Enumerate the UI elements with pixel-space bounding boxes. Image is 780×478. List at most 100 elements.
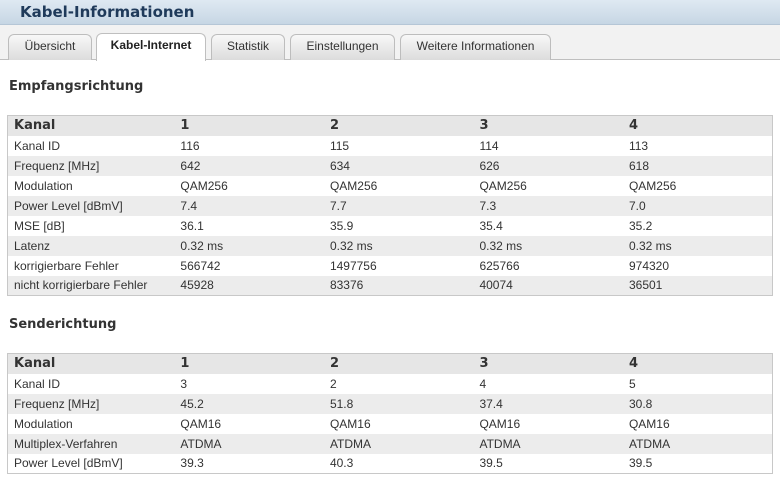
table-cell: 0.32 ms xyxy=(323,235,474,256)
row-label: Multiplex-Verfahren xyxy=(7,433,175,454)
table-row: Power Level [dBmV] 39.3 40.3 39.5 39.5 xyxy=(7,453,773,474)
table-cell: ATDMA xyxy=(622,433,773,454)
table-cell: QAM16 xyxy=(473,413,623,434)
table-cell: 36501 xyxy=(622,275,773,296)
row-label: korrigierbare Fehler xyxy=(7,255,175,276)
table-row: Multiplex-Verfahren ATDMA ATDMA ATDMA AT… xyxy=(7,433,773,454)
header-cell: 2 xyxy=(323,115,474,136)
row-label: Kanal ID xyxy=(7,373,175,394)
table-cell: 7.7 xyxy=(323,195,474,216)
table-cell: QAM256 xyxy=(622,175,773,196)
table-cell: 45.2 xyxy=(174,393,324,414)
table-cell: 116 xyxy=(174,135,324,156)
header-cell: 4 xyxy=(622,115,773,136)
tab-einstellungen[interactable]: Einstellungen xyxy=(290,34,395,60)
table-cell: 35.2 xyxy=(622,215,773,236)
table-row: Latenz 0.32 ms 0.32 ms 0.32 ms 0.32 ms xyxy=(7,235,773,256)
title-bar: Kabel-Informationen xyxy=(0,0,780,25)
table-cell: QAM256 xyxy=(473,175,623,196)
table-cell: ATDMA xyxy=(174,433,324,454)
table-row: Kanal ID 3 2 4 5 xyxy=(7,373,773,394)
table-cell: 0.32 ms xyxy=(473,235,623,256)
table-cell: 5 xyxy=(622,373,773,394)
tab-statistik[interactable]: Statistik xyxy=(211,34,285,60)
header-cell: 2 xyxy=(323,353,474,374)
table-cell: 39.5 xyxy=(473,453,623,474)
table-row: korrigierbare Fehler 566742 1497756 6257… xyxy=(7,255,773,276)
row-label: Modulation xyxy=(7,413,175,434)
table-row: Kanal ID 116 115 114 113 xyxy=(7,135,773,156)
table-cell: QAM16 xyxy=(323,413,474,434)
header-cell: 4 xyxy=(622,353,773,374)
table-cell: ATDMA xyxy=(473,433,623,454)
table-row: nicht korrigierbare Fehler 45928 83376 4… xyxy=(7,275,773,296)
header-cell: 3 xyxy=(473,353,623,374)
table-cell: 625766 xyxy=(473,255,623,276)
table-cell: 7.3 xyxy=(473,195,623,216)
table-cell: 634 xyxy=(323,155,474,176)
table-cell: 642 xyxy=(174,155,324,176)
table-cell: 83376 xyxy=(323,275,474,296)
tab-uebersicht[interactable]: Übersicht xyxy=(8,34,92,60)
table-row: Modulation QAM256 QAM256 QAM256 QAM256 xyxy=(7,175,773,196)
row-label: Power Level [dBmV] xyxy=(7,453,175,474)
table-cell: 37.4 xyxy=(473,393,623,414)
table-cell: 115 xyxy=(323,135,474,156)
table-header-row: Kanal 1 2 3 4 xyxy=(7,353,773,374)
table-cell: 974320 xyxy=(622,255,773,276)
row-label: Modulation xyxy=(7,175,175,196)
table-cell: QAM256 xyxy=(174,175,324,196)
table-cell: 4 xyxy=(473,373,623,394)
tab-bar: Übersicht Kabel-Internet Statistik Einst… xyxy=(0,25,780,61)
tab-kabel-internet[interactable]: Kabel-Internet xyxy=(96,33,206,61)
window-title: Kabel-Informationen xyxy=(20,3,195,21)
table-cell: 51.8 xyxy=(323,393,474,414)
downstream-table: Kanal 1 2 3 4 Kanal ID 116 115 114 113 F… xyxy=(7,115,773,296)
table-header-row: Kanal 1 2 3 4 xyxy=(7,115,773,136)
table-row: Power Level [dBmV] 7.4 7.7 7.3 7.0 xyxy=(7,195,773,216)
row-label: Frequenz [MHz] xyxy=(7,155,175,176)
table-cell: 3 xyxy=(174,373,324,394)
table-row: Frequenz [MHz] 45.2 51.8 37.4 30.8 xyxy=(7,393,773,414)
row-label: Power Level [dBmV] xyxy=(7,195,175,216)
table-cell: 626 xyxy=(473,155,623,176)
header-cell: 1 xyxy=(174,115,324,136)
header-cell: 3 xyxy=(473,115,623,136)
row-label: Latenz xyxy=(7,235,175,256)
table-cell: QAM256 xyxy=(323,175,474,196)
row-label: nicht korrigierbare Fehler xyxy=(7,275,175,296)
table-cell: 2 xyxy=(323,373,474,394)
table-row: MSE [dB] 36.1 35.9 35.4 35.2 xyxy=(7,215,773,236)
table-cell: 114 xyxy=(473,135,623,156)
table-cell: 36.1 xyxy=(174,215,324,236)
table-cell: 0.32 ms xyxy=(174,235,324,256)
header-cell: Kanal xyxy=(7,353,175,374)
table-cell: ATDMA xyxy=(323,433,474,454)
table-row: Frequenz [MHz] 642 634 626 618 xyxy=(7,155,773,176)
upstream-table: Kanal 1 2 3 4 Kanal ID 3 2 4 5 Frequenz … xyxy=(7,353,773,474)
table-cell: QAM16 xyxy=(622,413,773,434)
table-cell: 113 xyxy=(622,135,773,156)
table-cell: 39.5 xyxy=(622,453,773,474)
table-cell: 40074 xyxy=(473,275,623,296)
table-row: Modulation QAM16 QAM16 QAM16 QAM16 xyxy=(7,413,773,434)
table-cell: 1497756 xyxy=(323,255,474,276)
row-label: MSE [dB] xyxy=(7,215,175,236)
upstream-title: Senderichtung xyxy=(9,317,117,332)
table-cell: 0.32 ms xyxy=(622,235,773,256)
row-label: Frequenz [MHz] xyxy=(7,393,175,414)
table-cell: 35.4 xyxy=(473,215,623,236)
table-cell: 7.0 xyxy=(622,195,773,216)
table-cell: 7.4 xyxy=(174,195,324,216)
tab-weitere-informationen[interactable]: Weitere Informationen xyxy=(400,34,551,60)
table-cell: 566742 xyxy=(174,255,324,276)
table-cell: 35.9 xyxy=(323,215,474,236)
table-cell: 618 xyxy=(622,155,773,176)
table-cell: 45928 xyxy=(174,275,324,296)
header-cell: 1 xyxy=(174,353,324,374)
table-cell: QAM16 xyxy=(174,413,324,434)
table-cell: 39.3 xyxy=(174,453,324,474)
table-cell: 30.8 xyxy=(622,393,773,414)
table-cell: 40.3 xyxy=(323,453,474,474)
row-label: Kanal ID xyxy=(7,135,175,156)
